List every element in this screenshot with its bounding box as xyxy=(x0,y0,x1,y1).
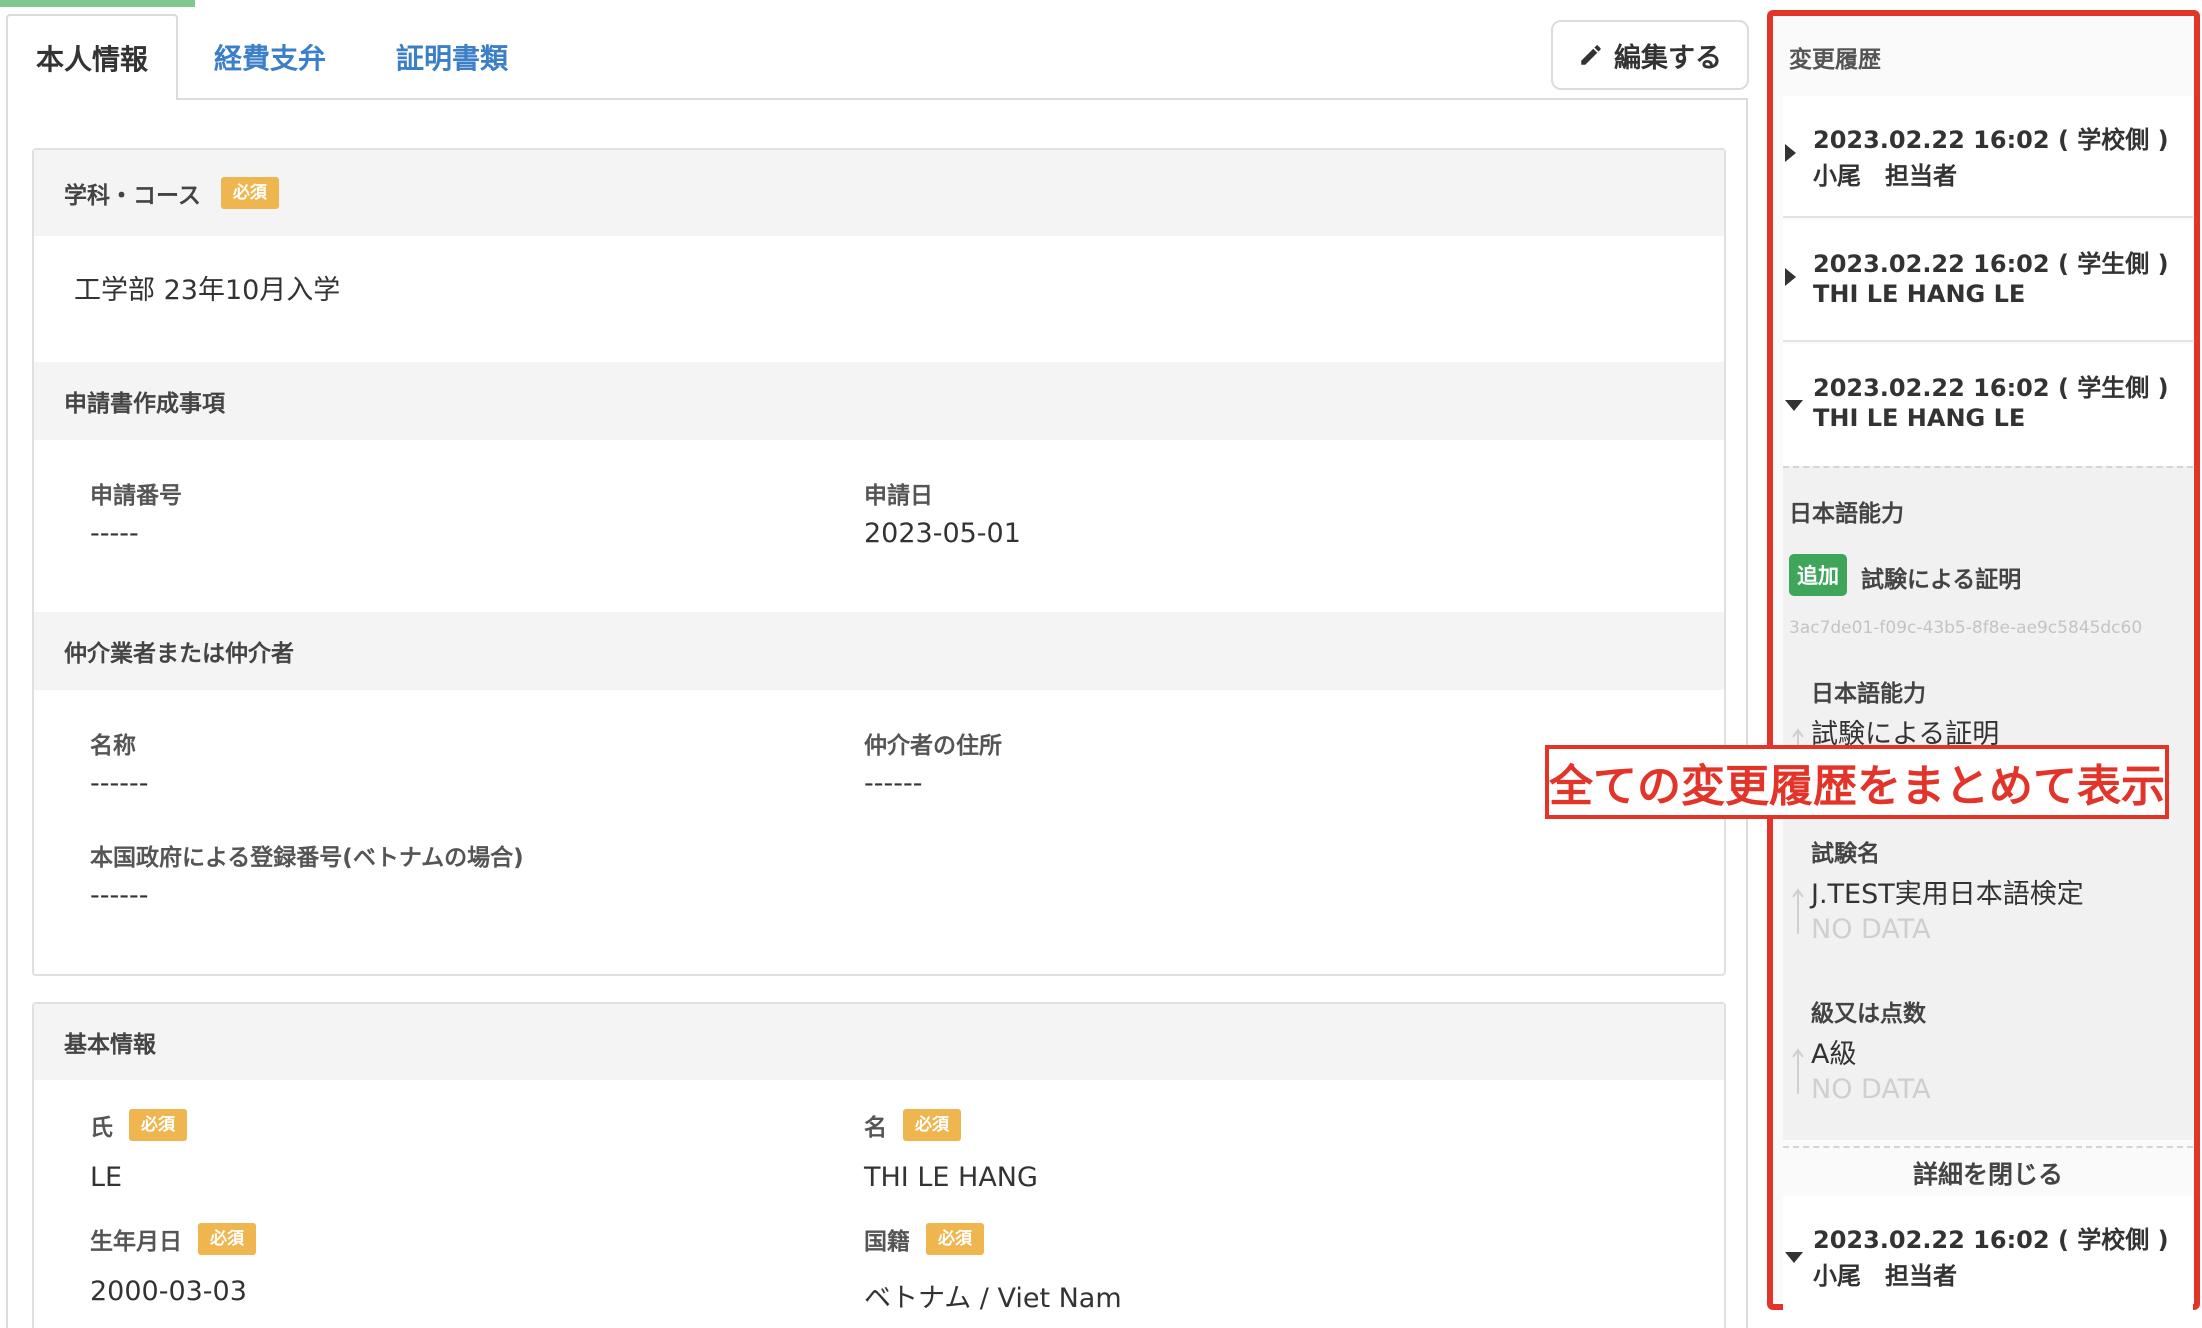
annotation-callout: 全ての変更履歴をまとめて表示 xyxy=(1545,745,2169,819)
history-entry-header: 2023.02.22 16:02 ( 学生側 ) xyxy=(1813,368,2169,403)
application-date-value: 2023-05-01 xyxy=(864,518,1021,549)
surname-label: 氏 必須 xyxy=(90,1108,187,1142)
history-entry-expanded[interactable]: 2023.02.22 16:02 ( 学校側 ) 小尾 担当者 xyxy=(1783,1196,2193,1318)
application-number-label: 申請番号 xyxy=(90,483,182,509)
agent-name-label: 名称 xyxy=(90,733,136,759)
basic-info-header: 基本情報 xyxy=(34,1004,1724,1080)
change-new-value: A級 xyxy=(1811,1039,1857,1070)
up-arrow-icon xyxy=(1792,888,1804,934)
agent-section-header: 仲介業者または仲介者 xyxy=(34,612,1724,690)
history-datetime: 2023.02.22 16:02 xyxy=(1813,1226,2050,1254)
tab-personal-info[interactable]: 本人情報 xyxy=(6,14,178,100)
up-arrow-icon xyxy=(1792,1048,1804,1094)
tab-certificates[interactable]: 証明書類 xyxy=(382,14,522,100)
agent-registration-label: 本国政府による登録番号(ベトナムの場合) xyxy=(90,845,524,871)
change-old-value: NO DATA xyxy=(1811,1074,1931,1105)
application-section-header: 申請書作成事項 xyxy=(34,362,1724,440)
caret-right-icon xyxy=(1785,144,1796,162)
course-card: 学科・コース 必須 工学部 23年10月入学 申請書作成事項 申請番号 ----… xyxy=(32,148,1726,976)
basic-info-card: 基本情報 氏 必須 LE 名 必須 THI LE HANG 生年月日 必須 20… xyxy=(32,1002,1726,1328)
change-label: 試験名 xyxy=(1811,841,1880,867)
history-datetime: 2023.02.22 16:02 xyxy=(1813,374,2050,402)
application-number-value: ----- xyxy=(90,518,139,549)
history-datetime: 2023.02.22 16:02 xyxy=(1813,126,2050,154)
nationality-label: 国籍 必須 xyxy=(864,1222,984,1256)
application-date-label: 申請日 xyxy=(864,483,933,509)
course-section-header: 学科・コース 必須 xyxy=(34,150,1724,236)
caret-down-icon xyxy=(1785,1252,1803,1263)
change-history-panel: 変更履歴 2023.02.22 16:02 ( 学校側 ) 小尾 担当者 202… xyxy=(1767,10,2200,1318)
tab-expenses[interactable]: 経費支弁 xyxy=(200,14,340,100)
history-side: ( 学校側 ) xyxy=(2057,126,2169,154)
birthdate-label-text: 生年月日 xyxy=(90,1229,182,1255)
change-old-value: NO DATA xyxy=(1811,914,1931,945)
history-user: THI LE HANG LE xyxy=(1813,404,2026,432)
history-user: 小尾 担当者 xyxy=(1813,162,1957,190)
tab-bar: 本人情報 経費支弁 証明書類 xyxy=(0,0,1750,100)
history-side: ( 学生側 ) xyxy=(2057,250,2169,278)
change-new-value: J.TEST実用日本語検定 xyxy=(1811,879,2084,910)
agent-heading: 仲介業者または仲介者 xyxy=(64,641,294,667)
course-heading: 学科・コース xyxy=(64,183,201,209)
course-value: 工学部 23年10月入学 xyxy=(74,275,341,306)
history-entry-expanded[interactable]: 2023.02.22 16:02 ( 学生側 ) THI LE HANG LE xyxy=(1783,344,2193,466)
required-badge: 必須 xyxy=(926,1222,984,1256)
history-entry[interactable]: 2023.02.22 16:02 ( 学生側 ) THI LE HANG LE xyxy=(1783,220,2193,342)
history-entry-header: 2023.02.22 16:02 ( 学校側 ) xyxy=(1813,1220,2169,1255)
history-entry-header: 2023.02.22 16:02 ( 学校側 ) xyxy=(1813,120,2169,155)
required-badge: 必須 xyxy=(198,1222,256,1256)
nationality-label-text: 国籍 xyxy=(864,1229,910,1255)
history-entry-header: 2023.02.22 16:02 ( 学生側 ) xyxy=(1813,244,2169,279)
history-side: ( 学生側 ) xyxy=(2057,374,2169,402)
birthdate-value: 2000-03-03 xyxy=(90,1276,247,1307)
nationality-value: ベトナム / Viet Nam xyxy=(864,1283,1122,1314)
required-badge: 必須 xyxy=(903,1108,961,1142)
history-user: 小尾 担当者 xyxy=(1813,1262,1957,1290)
caret-down-icon xyxy=(1785,400,1803,411)
given-name-value: THI LE HANG xyxy=(864,1162,1038,1193)
birthdate-label: 生年月日 必須 xyxy=(90,1222,256,1256)
detail-record-type: 試験による証明 xyxy=(1861,567,2022,593)
history-datetime: 2023.02.22 16:02 xyxy=(1813,250,2050,278)
history-side: ( 学校側 ) xyxy=(2057,1226,2169,1254)
surname-label-text: 氏 xyxy=(90,1115,113,1141)
pencil-icon xyxy=(1581,45,1601,65)
edit-button-label: 編集する xyxy=(1614,42,1722,74)
agent-registration-value: ------ xyxy=(90,880,149,911)
detail-category: 日本語能力 xyxy=(1789,501,1904,527)
main-panel: 学科・コース 必須 工学部 23年10月入学 申請書作成事項 申請番号 ----… xyxy=(6,98,1748,1328)
caret-right-icon xyxy=(1785,268,1796,286)
edit-button[interactable]: 編集する xyxy=(1551,20,1749,90)
agent-address-value: ------ xyxy=(864,768,923,799)
required-badge: 必須 xyxy=(129,1108,187,1142)
application-heading: 申請書作成事項 xyxy=(64,391,225,417)
detail-record-id: 3ac7de01-f09c-43b5-8f8e-ae9c5845dc60 xyxy=(1789,618,2143,638)
basic-info-heading: 基本情報 xyxy=(64,1032,156,1058)
agent-name-value: ------ xyxy=(90,768,149,799)
history-user: THI LE HANG LE xyxy=(1813,280,2026,308)
close-detail-button[interactable]: 詳細を閉じる xyxy=(1783,1146,2193,1198)
change-label: 級又は点数 xyxy=(1811,1001,1926,1027)
given-name-label-text: 名 xyxy=(864,1115,887,1141)
required-badge: 必須 xyxy=(220,176,279,210)
history-title: 変更履歴 xyxy=(1789,47,1881,73)
add-badge: 追加 xyxy=(1789,554,1847,596)
surname-value: LE xyxy=(90,1162,123,1193)
change-label: 日本語能力 xyxy=(1811,681,1926,707)
agent-address-label: 仲介者の住所 xyxy=(864,733,1002,759)
given-name-label: 名 必須 xyxy=(864,1108,961,1142)
history-entry[interactable]: 2023.02.22 16:02 ( 学校側 ) 小尾 担当者 xyxy=(1783,96,2193,218)
